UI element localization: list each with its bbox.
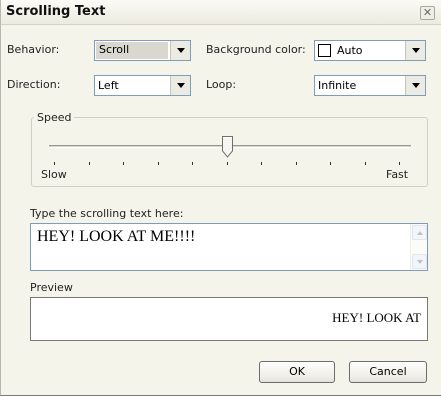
ok-button[interactable]: OK	[259, 361, 335, 383]
slider-tick	[192, 162, 193, 165]
slider-tick	[227, 162, 228, 165]
background-color-value: Auto	[337, 44, 363, 57]
scrolling-text-input[interactable]: HEY! LOOK AT ME!!!!	[30, 223, 428, 271]
speed-legend: Speed	[34, 111, 75, 124]
preview-label: Preview	[30, 281, 73, 294]
slider-tick	[330, 162, 331, 165]
preview-text: HEY! LOOK AT	[332, 310, 421, 325]
slider-tick	[261, 162, 262, 165]
slider-tick	[296, 162, 297, 165]
behavior-label: Behavior:	[7, 43, 60, 56]
cancel-button[interactable]: Cancel	[349, 361, 427, 383]
slider-tick	[89, 162, 90, 165]
slider-tick	[365, 162, 366, 165]
behavior-value: Scroll	[96, 42, 168, 59]
direction-label: Direction:	[7, 78, 61, 91]
background-color-label: Background color:	[206, 43, 306, 56]
chevron-down-icon[interactable]	[170, 41, 190, 60]
slider-tick	[54, 162, 55, 165]
scrolling-text-value: HEY! LOOK AT ME!!!!	[37, 228, 196, 245]
scrolling-text-dialog: Scrolling Text ✕ Behavior: Scroll Backgr…	[0, 0, 441, 396]
speed-slider-thumb[interactable]	[222, 136, 233, 158]
speed-min-label: Slow	[41, 168, 67, 181]
title-bar[interactable]: Scrolling Text ✕	[1, 0, 441, 25]
close-icon[interactable]: ✕	[420, 6, 435, 20]
scroll-up-icon[interactable]	[412, 225, 427, 240]
preview-box: HEY! LOOK AT	[30, 297, 428, 341]
slider-tick	[399, 162, 400, 165]
scrolling-text-label: Type the scrolling text here:	[30, 207, 184, 220]
behavior-select[interactable]: Scroll	[94, 40, 191, 61]
chevron-down-icon[interactable]	[170, 76, 190, 95]
scroll-down-icon[interactable]	[412, 254, 427, 269]
slider-tick	[158, 162, 159, 165]
dialog-title: Scrolling Text	[6, 4, 106, 19]
color-swatch	[318, 44, 331, 57]
direction-select[interactable]: Left	[94, 75, 191, 96]
loop-label: Loop:	[206, 78, 237, 91]
loop-select[interactable]: Infinite	[314, 75, 426, 96]
loop-value: Infinite	[318, 79, 357, 92]
speed-max-label: Fast	[386, 168, 409, 181]
slider-tick	[123, 162, 124, 165]
chevron-down-icon[interactable]	[405, 41, 425, 60]
chevron-down-icon[interactable]	[405, 76, 425, 95]
background-color-select[interactable]: Auto	[314, 40, 426, 61]
scrollbar[interactable]	[410, 224, 427, 270]
direction-value: Left	[98, 79, 119, 92]
